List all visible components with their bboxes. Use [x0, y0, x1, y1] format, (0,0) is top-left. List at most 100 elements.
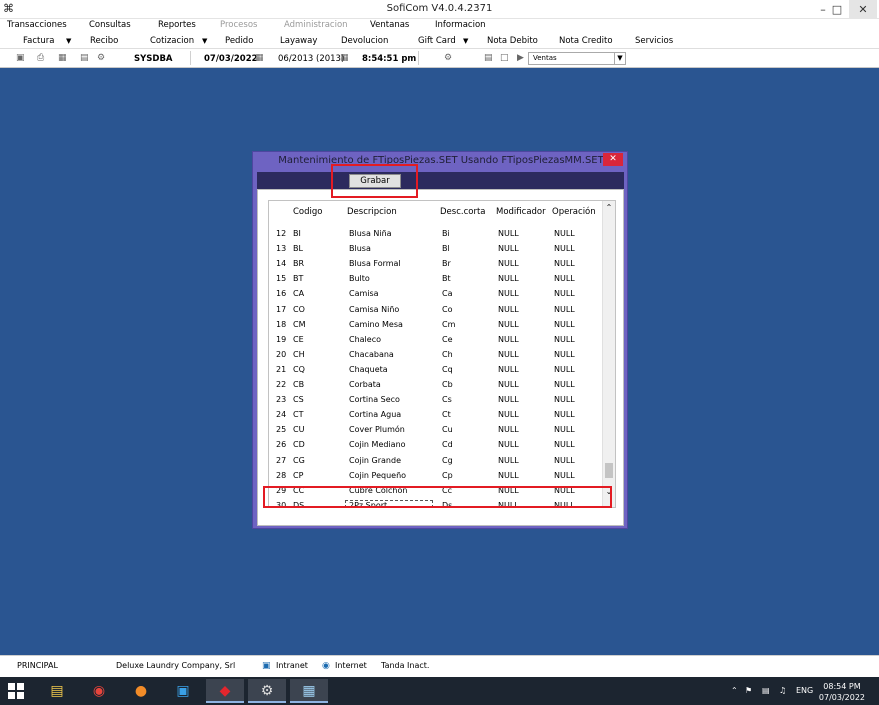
table-row[interactable]: 12 BI Blusa Niña Bi NULL NULL	[269, 227, 615, 242]
calculator-icon[interactable]: ▤	[80, 53, 89, 63]
cell-operacion[interactable]: NULL	[554, 244, 575, 253]
cell-descripcion[interactable]: Cojin Pequeño	[349, 471, 406, 480]
cell-desc-corta[interactable]: Bi	[442, 229, 450, 238]
table-row[interactable]: 28 CP Cojin Pequeño Cp NULL NULL	[269, 469, 615, 484]
menu-ventanas[interactable]: Ventanas	[370, 20, 409, 30]
cell-codigo[interactable]: CA	[293, 289, 304, 298]
cell-operacion[interactable]: NULL	[554, 335, 575, 344]
table-row[interactable]: 14 BR Blusa Formal Br NULL NULL	[269, 257, 615, 272]
flag-icon[interactable]: ⚑	[745, 686, 752, 695]
row-number[interactable]: 17	[276, 305, 286, 314]
play-icon[interactable]: ▶	[517, 53, 524, 63]
table-row[interactable]: 22 CB Corbata Cb NULL NULL	[269, 378, 615, 393]
pieces-grid[interactable]: Codigo Descripcion Desc.corta Modificado…	[268, 200, 616, 508]
column-header-desc-corta[interactable]: Desc.corta	[440, 207, 486, 217]
cell-codigo[interactable]: CQ	[293, 365, 305, 374]
cell-modificador[interactable]: NULL	[498, 244, 519, 253]
language-indicator[interactable]: ENG	[796, 686, 813, 695]
table-row[interactable]: 25 CU Cover Plumón Cu NULL NULL	[269, 423, 615, 438]
cell-descripcion[interactable]: Camisa Niño	[349, 305, 399, 314]
row-number[interactable]: 27	[276, 456, 286, 465]
menu-transacciones[interactable]: Transacciones	[7, 20, 67, 30]
cell-descripcion[interactable]: Cover Plumón	[349, 425, 405, 434]
cell-operacion[interactable]: NULL	[554, 289, 575, 298]
table-row[interactable]: 26 CD Cojin Mediano Cd NULL NULL	[269, 438, 615, 453]
cell-modificador[interactable]: NULL	[498, 305, 519, 314]
menu-consultas[interactable]: Consultas	[89, 20, 131, 30]
pedido-button[interactable]: Pedido	[225, 36, 253, 46]
factura-dropdown-icon[interactable]: ▼	[66, 37, 71, 45]
cell-desc-corta[interactable]: Cg	[442, 456, 453, 465]
cell-desc-corta[interactable]: Cd	[442, 440, 453, 449]
cell-operacion[interactable]: NULL	[554, 425, 575, 434]
cell-codigo[interactable]: CU	[293, 425, 304, 434]
row-number[interactable]: 14	[276, 259, 286, 268]
cell-operacion[interactable]: NULL	[554, 410, 575, 419]
cell-codigo[interactable]: CG	[293, 456, 305, 465]
cell-codigo[interactable]: BR	[293, 259, 304, 268]
cell-desc-corta[interactable]: Cq	[442, 365, 453, 374]
cell-desc-corta[interactable]: Ct	[442, 410, 451, 419]
cell-descripcion[interactable]: Cortina Agua	[349, 410, 401, 419]
cell-descripcion[interactable]: Blusa Niña	[349, 229, 392, 238]
volume-icon[interactable]: ♫	[779, 686, 786, 695]
table-row[interactable]: 16 CA Camisa Ca NULL NULL	[269, 287, 615, 302]
layaway-button[interactable]: Layaway	[280, 36, 317, 46]
cell-desc-corta[interactable]: Cp	[442, 471, 453, 480]
module-select[interactable]: Ventas ▼	[528, 52, 626, 65]
table-row[interactable]: 13 BL Blusa Bl NULL NULL	[269, 242, 615, 257]
cell-operacion[interactable]: NULL	[554, 440, 575, 449]
column-header-modificador[interactable]: Modificador	[496, 207, 546, 217]
row-number[interactable]: 24	[276, 410, 286, 419]
dialog-close-button[interactable]: ✕	[603, 153, 623, 166]
settings-icon[interactable]: ⚙	[97, 53, 105, 63]
cell-desc-corta[interactable]: Bl	[442, 244, 450, 253]
network-icon[interactable]: ▤	[762, 686, 770, 695]
table-row[interactable]: 19 CE Chaleco Ce NULL NULL	[269, 333, 615, 348]
cell-modificador[interactable]: NULL	[498, 456, 519, 465]
column-header-codigo[interactable]: Codigo	[293, 207, 323, 217]
cell-desc-corta[interactable]: Cm	[442, 320, 455, 329]
cell-modificador[interactable]: NULL	[498, 289, 519, 298]
cell-operacion[interactable]: NULL	[554, 320, 575, 329]
cell-descripcion[interactable]: Camino Mesa	[349, 320, 403, 329]
cell-modificador[interactable]: NULL	[498, 335, 519, 344]
chrome-icon[interactable]: ◉	[80, 679, 118, 703]
new-document-icon[interactable]: □	[500, 53, 509, 63]
restore-button[interactable]: □	[823, 0, 851, 19]
cell-descripcion[interactable]: Chacabana	[349, 350, 394, 359]
row-number[interactable]: 20	[276, 350, 286, 359]
calendar-icon[interactable]: ▦	[340, 53, 349, 63]
run-icon[interactable]: ⚙	[444, 53, 452, 63]
gift-card-button[interactable]: Gift Card	[418, 36, 456, 46]
table-row[interactable]: 23 CS Cortina Seco Cs NULL NULL	[269, 393, 615, 408]
cell-codigo[interactable]: BT	[293, 274, 303, 283]
cell-modificador[interactable]: NULL	[498, 395, 519, 404]
cell-modificador[interactable]: NULL	[498, 471, 519, 480]
cell-operacion[interactable]: NULL	[554, 365, 575, 374]
row-number[interactable]: 18	[276, 320, 286, 329]
nota-debito-button[interactable]: Nota Debito	[487, 36, 538, 46]
cell-codigo[interactable]: CP	[293, 471, 303, 480]
cell-codigo[interactable]: CD	[293, 440, 305, 449]
cell-operacion[interactable]: NULL	[554, 229, 575, 238]
row-number[interactable]: 19	[276, 335, 286, 344]
cell-desc-corta[interactable]: Ce	[442, 335, 453, 344]
table-row[interactable]: 21 CQ Chaqueta Cq NULL NULL	[269, 363, 615, 378]
cell-operacion[interactable]: NULL	[554, 395, 575, 404]
cell-modificador[interactable]: NULL	[498, 380, 519, 389]
cell-modificador[interactable]: NULL	[498, 425, 519, 434]
cell-modificador[interactable]: NULL	[498, 320, 519, 329]
cell-codigo[interactable]: CB	[293, 380, 304, 389]
nota-credito-button[interactable]: Nota Credito	[559, 36, 613, 46]
table-row[interactable]: 20 CH Chacabana Ch NULL NULL	[269, 348, 615, 363]
cell-desc-corta[interactable]: Ca	[442, 289, 453, 298]
table-row[interactable]: 27 CG Cojin Grande Cg NULL NULL	[269, 454, 615, 469]
row-number[interactable]: 21	[276, 365, 286, 374]
cell-operacion[interactable]: NULL	[554, 305, 575, 314]
cell-desc-corta[interactable]: Bt	[442, 274, 451, 283]
cell-descripcion[interactable]: Cortina Seco	[349, 395, 400, 404]
servicios-button[interactable]: Servicios	[635, 36, 673, 46]
printer-icon[interactable]: ⎙	[37, 53, 44, 63]
cell-descripcion[interactable]: Cojin Grande	[349, 456, 401, 465]
